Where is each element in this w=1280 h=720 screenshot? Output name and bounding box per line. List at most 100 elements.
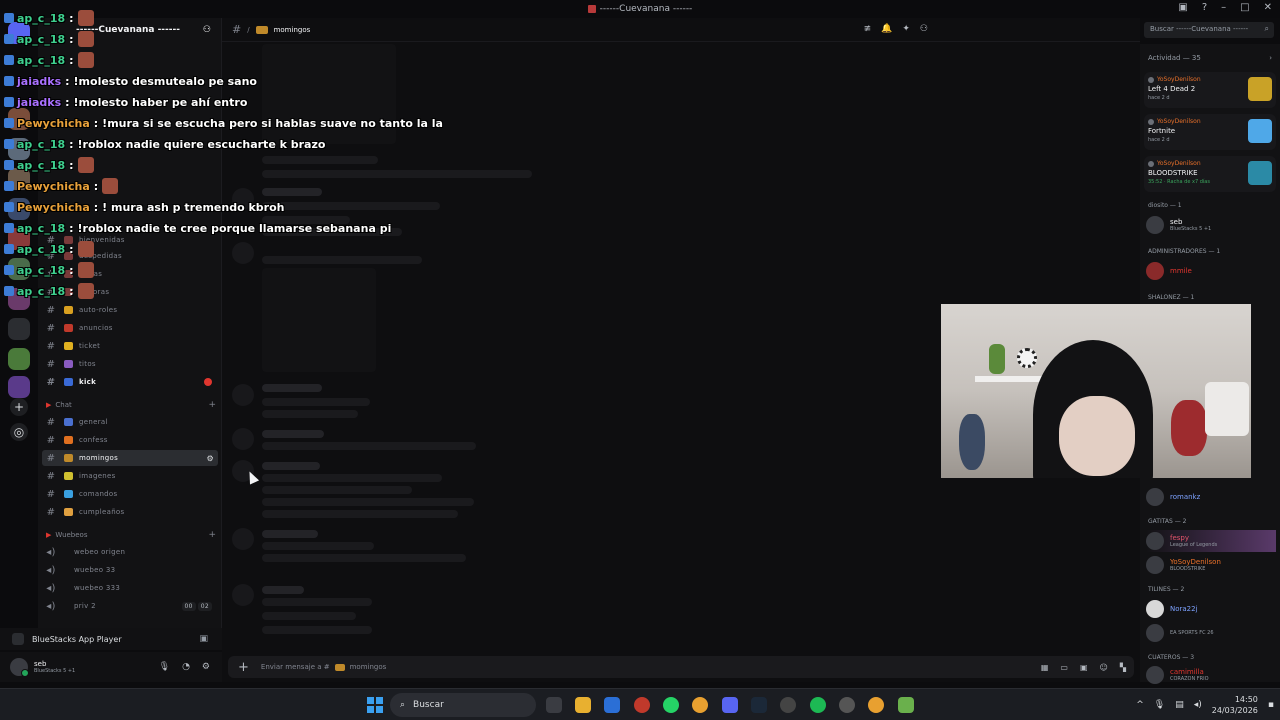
channel-item[interactable]: # reglas: [42, 266, 218, 282]
member-item[interactable]: Nora22j: [1146, 598, 1276, 620]
message-input[interactable]: + Enviar mensaje a # momingos ▦ ▭ ▣ ☺ ▚: [228, 656, 1134, 678]
obs-icon[interactable]: [780, 697, 796, 713]
voice-channel[interactable]: ◂) wuebeo 33: [42, 562, 218, 578]
add-channel-icon[interactable]: +: [208, 400, 216, 410]
chevron-right-icon[interactable]: ›: [1269, 54, 1272, 62]
settings-icon[interactable]: ⚙: [202, 662, 210, 672]
channel-item[interactable]: # anuncios: [42, 320, 218, 336]
category-chat[interactable]: ▶ Chat +: [46, 400, 216, 410]
microphone-icon[interactable]: 🎙: [1154, 700, 1165, 710]
gif-icon[interactable]: ▭: [1060, 663, 1068, 672]
member-item[interactable]: romankz: [1146, 486, 1276, 508]
add-member-icon[interactable]: ⚇: [203, 25, 211, 35]
gift-icon[interactable]: ▦: [1041, 663, 1049, 672]
server-icon[interactable]: [8, 348, 30, 370]
chrome-icon[interactable]: [868, 697, 884, 713]
search-input[interactable]: Buscar ------Cuevanana ------ ⌕: [1144, 22, 1274, 38]
member-item[interactable]: fespy League of Legends: [1146, 530, 1276, 552]
loading-placeholder: [232, 584, 254, 606]
discord-icon[interactable]: [722, 697, 738, 713]
notification-icon[interactable]: ▪: [1268, 700, 1274, 710]
avatar: [1146, 600, 1164, 618]
taskbar-search[interactable]: ⌕ Buscar: [390, 693, 536, 717]
member-item[interactable]: mmile: [1146, 260, 1276, 282]
screen-share-icon[interactable]: ▣: [199, 634, 208, 644]
add-server-icon[interactable]: +: [10, 398, 28, 416]
volume-icon[interactable]: ◂): [1194, 700, 1202, 710]
voice-channel[interactable]: ◂) wuebeo 333: [42, 580, 218, 596]
add-attachment-icon[interactable]: +: [238, 660, 249, 675]
channel-item-active[interactable]: # momingos ⚙: [42, 450, 218, 466]
channel-item[interactable]: # kick: [42, 374, 218, 390]
headphones-icon[interactable]: ◔: [182, 662, 190, 672]
home-icon[interactable]: [8, 22, 30, 44]
server-icon[interactable]: [8, 108, 30, 130]
server-icon[interactable]: [8, 198, 30, 220]
server-icon[interactable]: [8, 258, 30, 280]
close-button[interactable]: ✕: [1264, 2, 1272, 13]
add-channel-icon[interactable]: +: [208, 530, 216, 540]
guitar-image: [959, 414, 985, 470]
microphone-icon[interactable]: 🎙: [159, 662, 170, 672]
server-icon[interactable]: [8, 138, 30, 160]
maximize-button[interactable]: □: [1240, 2, 1249, 13]
activity-card[interactable]: YoSoyDenilson Left 4 Dead 2 hace 2 d: [1144, 72, 1276, 108]
server-icon[interactable]: [8, 288, 30, 310]
spotify-icon[interactable]: [810, 697, 826, 713]
chrome-icon[interactable]: [692, 697, 708, 713]
discover-icon[interactable]: ◎: [10, 423, 28, 441]
help-icon[interactable]: ?: [1202, 2, 1207, 13]
apps-icon[interactable]: ▚: [1120, 663, 1126, 672]
member-item[interactable]: seb BlueStacks 5 +1: [1146, 214, 1276, 236]
voice-channel[interactable]: ◂) webeo origen: [42, 544, 218, 560]
channel-item[interactable]: # auto-roles: [42, 302, 218, 318]
steam-icon[interactable]: [751, 697, 767, 713]
bell-icon[interactable]: 🔔: [881, 24, 892, 34]
channel-item[interactable]: # titos: [42, 356, 218, 372]
channel-settings-icon[interactable]: ⚙: [207, 454, 214, 463]
activity-card[interactable]: YoSoyDenilson Fortnite hace 2 d: [1144, 114, 1276, 150]
channel-item[interactable]: # imagenes: [42, 468, 218, 484]
channel-item[interactable]: # despedidas: [42, 248, 218, 264]
channel-item[interactable]: # mejoras: [42, 284, 218, 300]
network-icon[interactable]: ▤: [1175, 700, 1184, 710]
category-voice[interactable]: ▶ Wuebeos +: [46, 530, 216, 540]
member-item[interactable]: EA SPORTS FC 26: [1146, 622, 1276, 644]
pin-icon[interactable]: ✦: [902, 24, 910, 34]
store-icon[interactable]: [604, 697, 620, 713]
task-view-icon[interactable]: [546, 697, 562, 713]
activity-bar[interactable]: BlueStacks App Player ▣: [0, 628, 222, 650]
channel-item[interactable]: # ticket: [42, 338, 218, 354]
app-icon[interactable]: [839, 697, 855, 713]
server-icon[interactable]: [8, 168, 30, 190]
channel-item[interactable]: # general: [42, 414, 218, 430]
threads-icon[interactable]: ≢: [864, 24, 872, 34]
server-header[interactable]: ------Cuevanana ------ ⚇: [38, 18, 221, 42]
file-explorer-icon[interactable]: [575, 697, 591, 713]
clock[interactable]: 14:50 24/03/2026: [1212, 694, 1258, 716]
channel-item[interactable]: # bienvenidas: [42, 232, 218, 248]
minimize-button[interactable]: –: [1221, 2, 1226, 13]
inbox-icon[interactable]: ▣: [1178, 2, 1187, 13]
activity-header: Actividad — 35 ›: [1148, 54, 1272, 62]
windows-start-icon[interactable]: [367, 697, 383, 713]
server-icon[interactable]: [8, 228, 30, 250]
channel-item[interactable]: # confess: [42, 432, 218, 448]
channel-item[interactable]: # comandos: [42, 486, 218, 502]
app-icon[interactable]: [634, 697, 650, 713]
server-icon[interactable]: [8, 318, 30, 340]
emoji-icon[interactable]: ☺: [1100, 663, 1108, 672]
avatar[interactable]: [10, 658, 29, 677]
bluestacks-icon[interactable]: [898, 697, 914, 713]
server-icon[interactable]: [8, 376, 30, 398]
members-icon[interactable]: ⚇: [920, 24, 928, 34]
whatsapp-icon[interactable]: [663, 697, 679, 713]
channel-item[interactable]: # cumpleaños: [42, 504, 218, 520]
member-item[interactable]: camimilla CORAZON FRIO: [1146, 664, 1276, 686]
voice-channel[interactable]: ◂) priv 2 00 02: [42, 598, 218, 614]
activity-card[interactable]: YoSoyDenilson BLOODSTRIKE 35:52 · Racha …: [1144, 156, 1276, 192]
chevron-up-icon[interactable]: ^: [1136, 700, 1144, 710]
sticker-icon[interactable]: ▣: [1080, 663, 1088, 672]
loading-placeholder: [262, 268, 376, 372]
member-item[interactable]: YoSoyDenilson BLOODSTRIKE: [1146, 554, 1276, 576]
